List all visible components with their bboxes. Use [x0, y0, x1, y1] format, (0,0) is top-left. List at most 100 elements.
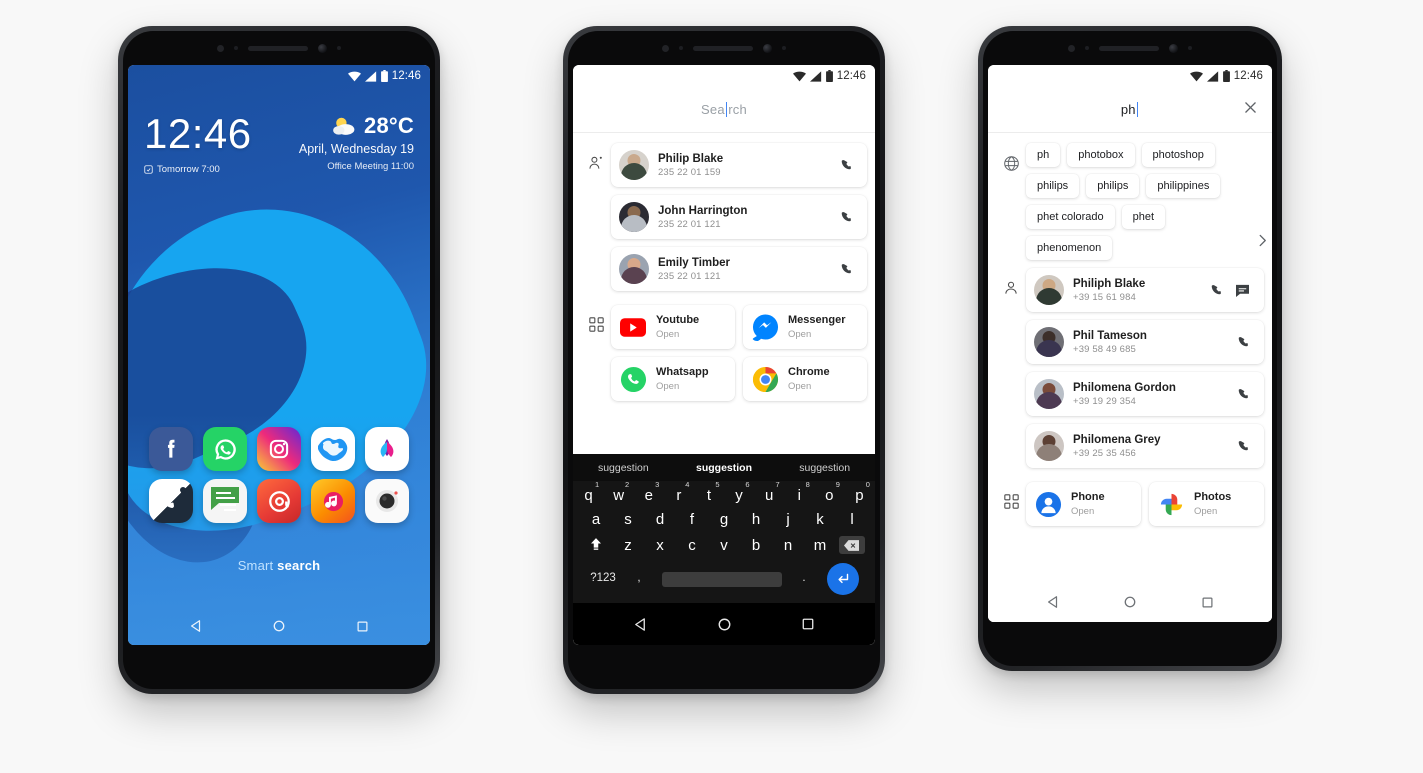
- home-icon[interactable]: [272, 619, 286, 633]
- app-result-card[interactable]: Youtube Open: [611, 305, 735, 349]
- key-b[interactable]: b: [743, 538, 770, 553]
- app-cell[interactable]: [144, 479, 198, 523]
- app-cell[interactable]: [360, 427, 414, 471]
- clock-block[interactable]: 12:46 Tomorrow 7:00: [144, 113, 252, 176]
- recents-icon[interactable]: [801, 617, 815, 631]
- message-icon[interactable]: [1235, 284, 1250, 297]
- app-cell[interactable]: [252, 479, 306, 523]
- key-r[interactable]: r4: [666, 481, 691, 503]
- key-q[interactable]: q1: [576, 481, 601, 503]
- suggestion-chip[interactable]: philippines: [1146, 174, 1221, 198]
- contact-row[interactable]: Philomena Grey +39 25 35 456: [1026, 424, 1264, 468]
- key-i[interactable]: i8: [787, 481, 812, 503]
- suggestion-item[interactable]: suggestion: [774, 462, 875, 474]
- at-sign-icon[interactable]: [257, 479, 301, 523]
- weather-block[interactable]: 28°C April, Wednesday 19 Office Meeting …: [299, 113, 414, 172]
- app-result-card[interactable]: Chrome Open: [743, 357, 867, 401]
- suggestion-item[interactable]: suggestion: [573, 462, 674, 474]
- recents-icon[interactable]: [1201, 596, 1214, 609]
- key-d[interactable]: d: [647, 512, 674, 527]
- lotus-icon[interactable]: [365, 427, 409, 471]
- facebook-icon[interactable]: [149, 427, 193, 471]
- whatsapp-icon[interactable]: [203, 427, 247, 471]
- key-n[interactable]: n: [775, 538, 802, 553]
- list-item[interactable]: John Harrington 235 22 01 121: [611, 195, 867, 239]
- suggestion-chip[interactable]: phet: [1121, 205, 1166, 229]
- list-item[interactable]: Phil Tameson +39 58 49 685: [1026, 320, 1264, 364]
- call-icon[interactable]: [1236, 439, 1250, 453]
- search-placeholder[interactable]: Sea rch: [701, 102, 747, 117]
- contact-actions[interactable]: [839, 158, 857, 172]
- key-h[interactable]: h: [743, 512, 770, 527]
- space-key[interactable]: [661, 571, 782, 587]
- key-s[interactable]: s: [615, 512, 642, 527]
- key-a[interactable]: a: [583, 512, 610, 527]
- search-bar[interactable]: Sea rch: [573, 87, 875, 133]
- app-result-card[interactable]: Phone Open: [1026, 482, 1141, 526]
- chevron-right-icon[interactable]: [1257, 234, 1268, 252]
- key-c[interactable]: c: [679, 538, 706, 553]
- call-icon[interactable]: [839, 158, 853, 172]
- contact-row[interactable]: Phil Tameson +39 58 49 685: [1026, 320, 1264, 364]
- key-y[interactable]: y6: [727, 481, 752, 503]
- app-cell[interactable]: [360, 479, 414, 523]
- suggestion-chip[interactable]: photoshop: [1141, 143, 1215, 167]
- app-cell[interactable]: [144, 427, 198, 471]
- call-icon[interactable]: [839, 210, 853, 224]
- clock-weather-widget[interactable]: 12:46 Tomorrow 7:00 28°C April, Wednesda…: [128, 113, 430, 176]
- contact-row[interactable]: Philip Blake 235 22 01 159: [611, 143, 867, 187]
- contact-actions[interactable]: [839, 210, 857, 224]
- comma-key[interactable]: ,: [626, 573, 653, 585]
- app-cell[interactable]: [306, 427, 360, 471]
- symbols-key[interactable]: ?123: [590, 573, 617, 585]
- suggestion-chip[interactable]: philips: [1026, 174, 1080, 198]
- key-m[interactable]: m: [807, 538, 834, 553]
- key-z[interactable]: z: [615, 538, 642, 553]
- contact-row[interactable]: Philiph Blake +39 15 61 984: [1026, 268, 1264, 312]
- back-icon[interactable]: [189, 619, 203, 633]
- key-u[interactable]: u7: [757, 481, 782, 503]
- list-item[interactable]: Philiph Blake +39 15 61 984: [1026, 268, 1264, 312]
- key-w[interactable]: w2: [606, 481, 631, 503]
- key-o[interactable]: o9: [817, 481, 842, 503]
- suggestion-chip[interactable]: phet colorado: [1026, 205, 1115, 229]
- contact-row[interactable]: Philomena Gordon +39 19 29 354: [1026, 372, 1264, 416]
- contact-row[interactable]: John Harrington 235 22 01 121: [611, 195, 867, 239]
- app-cell[interactable]: [198, 479, 252, 523]
- back-icon[interactable]: [1046, 595, 1060, 609]
- search-bar[interactable]: ph: [988, 87, 1272, 133]
- suggestion-chip[interactable]: ph: [1026, 143, 1061, 167]
- key-x[interactable]: x: [647, 538, 674, 553]
- key-t[interactable]: t5: [696, 481, 721, 503]
- close-icon[interactable]: [1243, 100, 1258, 120]
- music-note-icon[interactable]: [311, 479, 355, 523]
- message-icon[interactable]: [203, 479, 247, 523]
- smart-search-label[interactable]: Smart search: [128, 558, 430, 573]
- globe-map-icon[interactable]: [311, 427, 355, 471]
- list-item[interactable]: Philomena Grey +39 25 35 456: [1026, 424, 1264, 468]
- call-icon[interactable]: [1209, 283, 1223, 297]
- key-p[interactable]: p0: [847, 481, 872, 503]
- backspace-icon[interactable]: [838, 536, 866, 554]
- list-item[interactable]: Philomena Gordon +39 19 29 354: [1026, 372, 1264, 416]
- contact-actions[interactable]: [1236, 387, 1254, 401]
- app-cell[interactable]: [252, 427, 306, 471]
- key-v[interactable]: v: [711, 538, 738, 553]
- key-k[interactable]: k: [807, 512, 834, 527]
- call-icon[interactable]: [1236, 387, 1250, 401]
- enter-icon[interactable]: [826, 563, 859, 595]
- app-cell[interactable]: [306, 479, 360, 523]
- list-item[interactable]: Emily Timber 235 22 01 121: [611, 247, 867, 291]
- period-key[interactable]: .: [791, 573, 818, 585]
- camera-icon[interactable]: [365, 479, 409, 523]
- contact-actions[interactable]: [1209, 283, 1254, 297]
- key-l[interactable]: l: [839, 512, 866, 527]
- shift-icon[interactable]: [583, 536, 610, 554]
- back-icon[interactable]: [633, 617, 648, 632]
- app-result-card[interactable]: Messenger Open: [743, 305, 867, 349]
- call-icon[interactable]: [839, 262, 853, 276]
- app-cell[interactable]: [198, 427, 252, 471]
- app-result-card[interactable]: Whatsapp Open: [611, 357, 735, 401]
- home-icon[interactable]: [717, 617, 732, 632]
- contact-actions[interactable]: [1236, 439, 1254, 453]
